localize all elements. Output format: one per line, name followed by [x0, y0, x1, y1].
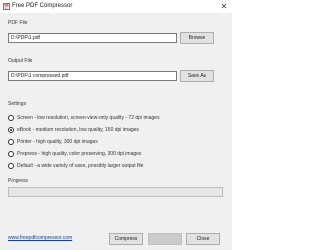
save-as-button[interactable]: Save As: [180, 70, 214, 82]
output-file-label: Output File: [8, 58, 33, 64]
radio-option-label[interactable]: eBook - medium resolution, low quality, …: [17, 126, 139, 134]
close-button[interactable]: Close: [186, 233, 220, 245]
radio-button[interactable]: [8, 163, 14, 169]
pdf-file-label: PDF File: [8, 20, 28, 26]
radio-option-prepress[interactable]: Prepress - high quality, color preservin…: [8, 150, 223, 158]
output-file-input[interactable]: D:\PDF\1 compressed.pdf: [8, 71, 177, 81]
radio-option-label[interactable]: Printer - high quality, 300 dpi images: [17, 138, 98, 146]
radio-button[interactable]: [8, 151, 14, 157]
radio-option-printer[interactable]: Printer - high quality, 300 dpi images: [8, 138, 223, 146]
radio-option-label[interactable]: Screen - low resolution, screen-view-onl…: [17, 114, 160, 122]
window-title: Free PDF Compressor: [12, 3, 73, 9]
radio-option-label[interactable]: Prepress - high quality, color preservin…: [17, 150, 141, 158]
disabled-button: [148, 233, 182, 245]
radio-option-screen[interactable]: Screen - low resolution, screen-view-onl…: [8, 114, 223, 122]
radio-button[interactable]: [8, 115, 14, 121]
progress-bar: [8, 187, 223, 197]
pdf-file-input[interactable]: D:\PDF\1.pdf: [8, 33, 177, 43]
title-bar: Free PDF Compressor ✕: [0, 0, 232, 13]
main-panel: PDF File D:\PDF\1.pdf Browse Output File…: [0, 13, 232, 250]
radio-option-ebook[interactable]: eBook - medium resolution, low quality, …: [8, 126, 223, 134]
browse-button[interactable]: Browse: [180, 32, 214, 44]
close-window-icon[interactable]: ✕: [216, 0, 232, 13]
website-link[interactable]: www.freepdfcompressor.com: [8, 235, 72, 241]
settings-label: Settings: [8, 101, 27, 107]
pdf-app-icon: [3, 3, 10, 10]
radio-option-label[interactable]: Default - a wide variety of uses, possib…: [17, 162, 143, 170]
radio-option-default[interactable]: Default - a wide variety of uses, possib…: [8, 162, 223, 170]
radio-button[interactable]: [8, 127, 14, 133]
compress-button[interactable]: Compress: [109, 233, 143, 245]
progress-label: Progress: [8, 178, 29, 184]
radio-button[interactable]: [8, 139, 14, 145]
